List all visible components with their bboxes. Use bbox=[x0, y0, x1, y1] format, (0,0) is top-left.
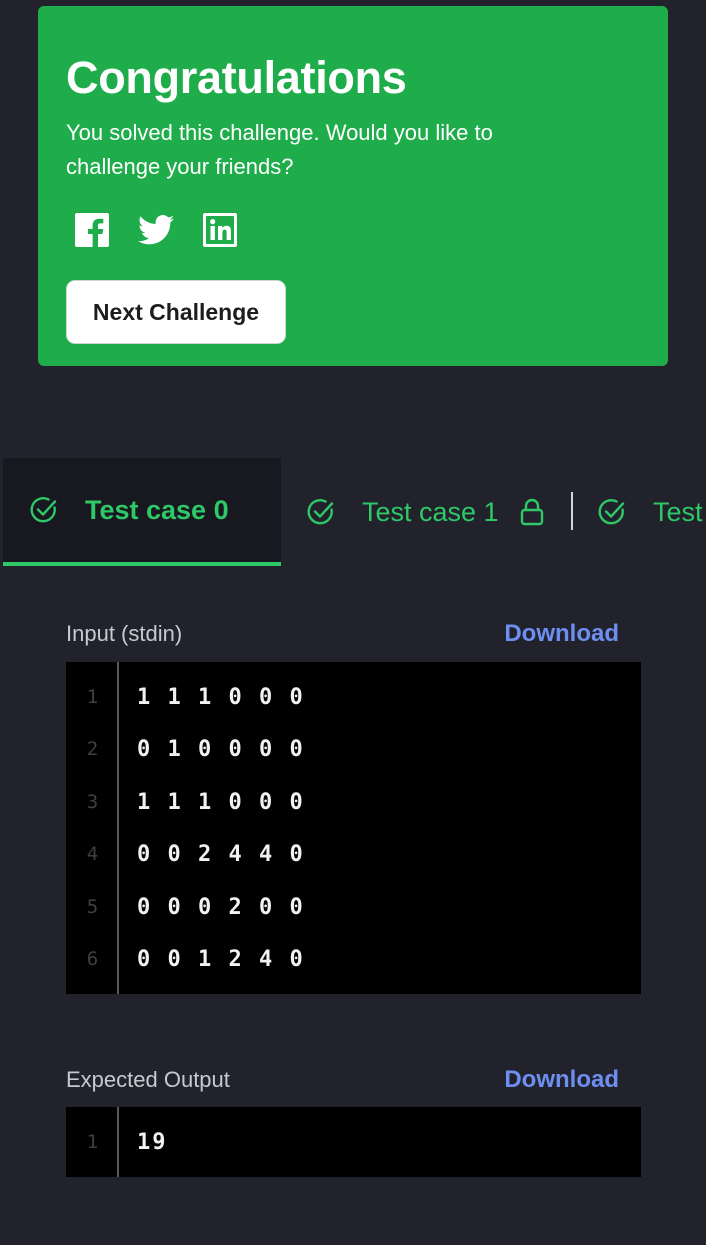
input-download-link[interactable]: Download bbox=[504, 620, 619, 648]
code-line: 1 19 bbox=[66, 1116, 641, 1168]
input-label: Input (stdin) bbox=[66, 621, 183, 646]
line-number: 4 bbox=[86, 843, 99, 865]
linkedin-icon bbox=[203, 213, 237, 247]
check-circle-icon bbox=[307, 499, 334, 525]
check-circle-icon bbox=[30, 497, 57, 523]
twitter-icon bbox=[138, 215, 174, 245]
code-line: 3 1 1 1 0 0 0 bbox=[66, 776, 641, 828]
linkedin-share-button[interactable] bbox=[202, 212, 238, 248]
line-text: 0 0 0 2 0 0 bbox=[137, 894, 305, 920]
line-text: 19 bbox=[137, 1129, 168, 1155]
code-line: 6 0 0 1 2 4 0 bbox=[66, 933, 641, 985]
line-number: 6 bbox=[86, 948, 99, 970]
tab-test-case-2[interactable]: Test bbox=[597, 458, 703, 566]
line-text: 0 0 1 2 4 0 bbox=[137, 946, 305, 972]
expected-output-code-block: 1 19 bbox=[66, 1107, 641, 1177]
banner-title: Congratulations bbox=[66, 52, 407, 103]
code-line: 5 0 0 0 2 0 0 bbox=[66, 881, 641, 933]
code-line: 4 0 0 2 4 4 0 bbox=[66, 828, 641, 880]
line-number: 3 bbox=[86, 791, 99, 813]
line-text: 1 1 1 0 0 0 bbox=[137, 684, 305, 710]
expected-output-label: Expected Output bbox=[66, 1067, 230, 1092]
twitter-share-button[interactable] bbox=[138, 212, 174, 248]
line-number: 1 bbox=[86, 686, 99, 708]
line-text: 0 1 0 0 0 0 bbox=[137, 736, 305, 762]
facebook-share-button[interactable] bbox=[74, 212, 110, 248]
expected-output-header: Expected Output Download bbox=[66, 1066, 619, 1094]
tab-test-case-0[interactable]: Test case 0 bbox=[3, 458, 281, 566]
check-circle-icon bbox=[598, 499, 625, 525]
social-share-row bbox=[66, 210, 640, 250]
line-number: 5 bbox=[86, 896, 99, 918]
tab-divider bbox=[571, 492, 573, 530]
input-header: Input (stdin) Download bbox=[66, 620, 619, 648]
test-case-tabs: Test case 0 Test case 1 Test bbox=[0, 458, 706, 568]
challenge-result-page: Congratulations You solved this challeng… bbox=[0, 0, 706, 1245]
banner-message: You solved this challenge. Would you lik… bbox=[66, 120, 493, 179]
next-challenge-button[interactable]: Next Challenge bbox=[66, 280, 286, 344]
input-code-block: 1 1 1 1 0 0 0 2 0 1 0 0 0 0 3 1 1 1 0 0 … bbox=[66, 662, 641, 994]
tab-label: Test case 1 bbox=[362, 496, 499, 527]
tab-test-case-1[interactable]: Test case 1 bbox=[306, 458, 545, 566]
tab-label: Test case 0 bbox=[85, 494, 229, 525]
code-line: 2 0 1 0 0 0 0 bbox=[66, 723, 641, 775]
line-text: 1 1 1 0 0 0 bbox=[137, 789, 305, 815]
facebook-icon bbox=[75, 213, 109, 247]
lock-icon bbox=[520, 498, 543, 526]
success-banner: Congratulations You solved this challeng… bbox=[38, 6, 668, 366]
line-number: 2 bbox=[86, 738, 99, 760]
expected-output-download-link[interactable]: Download bbox=[504, 1066, 619, 1094]
line-text: 0 0 2 4 4 0 bbox=[137, 841, 305, 867]
tab-label: Test bbox=[653, 496, 703, 527]
code-line: 1 1 1 1 0 0 0 bbox=[66, 671, 641, 723]
line-number: 1 bbox=[86, 1131, 99, 1153]
